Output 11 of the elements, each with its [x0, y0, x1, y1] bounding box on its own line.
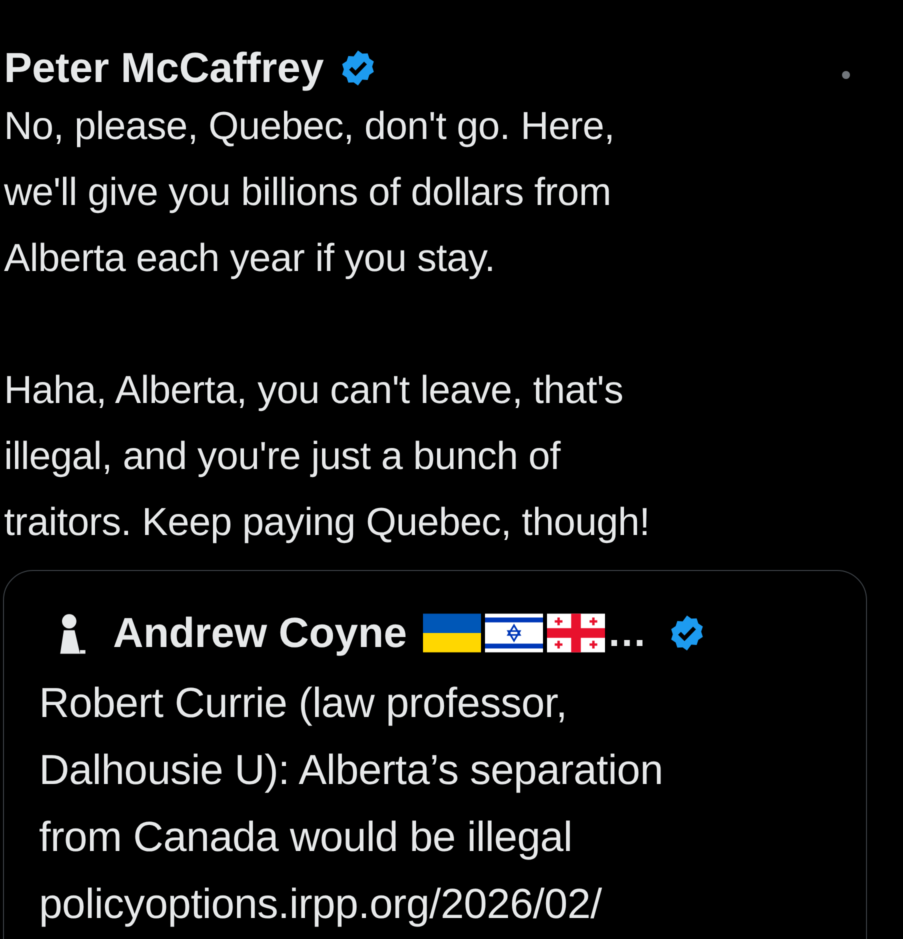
name-ellipsis: … [607, 610, 648, 657]
israel-flag-icon [485, 613, 544, 653]
quoted-author-name[interactable]: Andrew Coyne [113, 605, 408, 661]
ukraine-flag-icon [423, 613, 482, 653]
georgia-flag-icon [547, 613, 606, 653]
quoted-post-card[interactable]: Andrew Coyne … Robert Currie (law professor, Dalhousie U): Alberta’s separation from Canada would be illegal policyoptions.irpp.org/2026/02/ [3, 570, 867, 939]
author-name[interactable]: Peter McCaffrey [0, 40, 324, 96]
post-text: No, please, Quebec, don't go. Here, we'll give you billions of dollars from Alberta each year if you stay. [4, 104, 616, 282]
post-text: Haha, Alberta, you can't leave, that's illegal, and you're just a bunch of traitors. Keep paying Quebec, though! [4, 368, 651, 546]
dot-icon [841, 70, 851, 80]
quoted-post-text: Robert Currie (law professor, Dalhousie U): Alberta’s separation from Canada would be illegal policyoptions.irpp.org/2026/02/ [39, 678, 664, 929]
